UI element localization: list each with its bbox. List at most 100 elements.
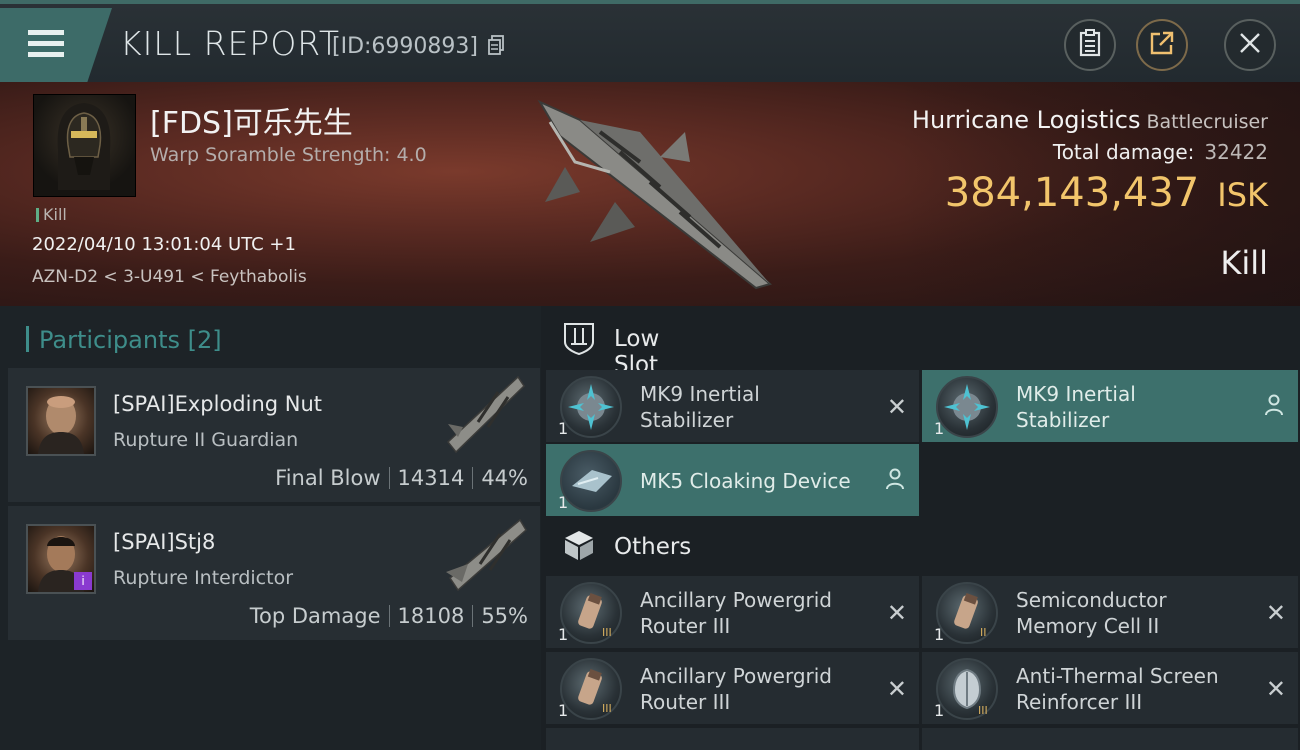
ship-name-text: Hurricane Logistics bbox=[911, 106, 1141, 134]
slot-quantity: 1 bbox=[558, 419, 569, 438]
victim-portrait[interactable] bbox=[33, 94, 136, 197]
participant-ship: Rupture Interdictor bbox=[113, 567, 293, 589]
participant-role: Top Damage bbox=[249, 604, 381, 628]
dropped-person-icon bbox=[1264, 394, 1284, 420]
destroyed-x-icon: ✕ bbox=[886, 599, 907, 627]
corp-badge-icon: ⅰ bbox=[74, 572, 92, 590]
slot-quantity: 1 bbox=[558, 493, 569, 512]
close-icon bbox=[1238, 31, 1262, 59]
slot-item-name: MK9 Inertial Stabilizer bbox=[640, 381, 760, 433]
slot-item-name: Ancillary Powergrid Router III bbox=[640, 663, 832, 715]
result-label: Kill bbox=[1220, 244, 1268, 282]
participants-count: [2] bbox=[187, 326, 222, 354]
participant-row[interactable]: ⅰ [SPAI]Stj8 Rupture Interdictor Top Dam… bbox=[8, 506, 540, 640]
destroyed-x-icon: ✕ bbox=[886, 675, 907, 703]
slot-quantity: 1 bbox=[558, 701, 569, 720]
low-slot-icon bbox=[561, 320, 597, 362]
clipboard-icon bbox=[1078, 29, 1102, 61]
stat-divider bbox=[472, 467, 474, 489]
destroyed-x-icon: ✕ bbox=[886, 393, 907, 421]
fitting-slot[interactable]: III 1 Anti-Thermal Screen Reinforcer III … bbox=[922, 652, 1298, 724]
ship-name[interactable]: Hurricane Logistics Battlecruiser bbox=[912, 106, 1268, 134]
share-button[interactable] bbox=[1136, 19, 1188, 71]
slot-item-name: MK5 Cloaking Device bbox=[640, 469, 851, 493]
fitting-slot-partial[interactable] bbox=[546, 728, 919, 750]
svg-text:III: III bbox=[602, 702, 612, 715]
participant-percent: 44% bbox=[481, 466, 528, 490]
shield-reinforcer-icon: III bbox=[936, 658, 998, 720]
fitting-slot[interactable]: II 1 Semiconductor Memory Cell II ✕ bbox=[922, 576, 1298, 648]
slot-item-name-line1: MK9 Inertial bbox=[640, 382, 760, 406]
participants-header: Participants [2] bbox=[26, 326, 222, 354]
participant-avatar[interactable]: ⅰ bbox=[26, 524, 96, 594]
fitting-slot[interactable]: III 1 Ancillary Powergrid Router III ✕ bbox=[546, 652, 919, 724]
slot-item-name-line1: MK9 Inertial bbox=[1016, 382, 1136, 406]
participant-stats: Top Damage 18108 55% bbox=[250, 604, 528, 628]
isk-value: 384,143,437 ISK bbox=[945, 170, 1268, 216]
fitting-slot[interactable]: 1 MK5 Cloaking Device bbox=[546, 444, 919, 516]
slot-item-name-line1: Anti-Thermal Screen bbox=[1016, 664, 1219, 688]
participant-ship: Rupture II Guardian bbox=[113, 429, 299, 451]
fitting-slot[interactable]: III 1 Ancillary Powergrid Router III ✕ bbox=[546, 576, 919, 648]
clipboard-button[interactable] bbox=[1064, 19, 1116, 71]
participant-ship-icon bbox=[446, 518, 527, 592]
close-button[interactable] bbox=[1224, 19, 1276, 71]
stat-divider bbox=[388, 467, 390, 489]
menu-button[interactable] bbox=[0, 8, 112, 82]
participant-name: [SPAI]Exploding Nut bbox=[113, 392, 323, 416]
scramble-strength: Warp Soramble Strength: 4.0 bbox=[150, 144, 427, 166]
total-damage-label: Total damage: bbox=[1052, 140, 1195, 164]
memory-cell-icon: II bbox=[936, 582, 998, 644]
powergrid-router-icon: III bbox=[560, 658, 622, 720]
ship-class: Battlecruiser bbox=[1146, 111, 1268, 133]
fitting-slot[interactable]: 1 MK9 Inertial Stabilizer ✕ bbox=[546, 370, 919, 442]
kill-location[interactable]: AZN-D2 < 3-U491 < Feythabolis bbox=[32, 267, 307, 287]
helmet-avatar-icon bbox=[57, 103, 111, 190]
slot-item-name: Semiconductor Memory Cell II bbox=[1016, 587, 1167, 639]
stabilizer-module-icon bbox=[936, 376, 998, 438]
destroyed-x-icon: ✕ bbox=[1265, 675, 1286, 703]
total-damage: Total damage: 32422 bbox=[1053, 140, 1268, 164]
fitting-slot-partial[interactable] bbox=[922, 728, 1298, 750]
victim-name[interactable]: [FDS]可乐先生 bbox=[150, 98, 353, 142]
slot-item-name-line2: Stabilizer bbox=[1016, 408, 1110, 432]
fitting-slot[interactable]: 1 MK9 Inertial Stabilizer bbox=[922, 370, 1298, 442]
share-icon bbox=[1149, 30, 1175, 60]
kill-datetime: 2022/04/10 13:01:04 UTC +1 bbox=[32, 234, 296, 255]
slot-item-name-line2: Reinforcer III bbox=[1016, 690, 1143, 714]
participant-percent: 55% bbox=[481, 604, 528, 628]
stabilizer-module-icon bbox=[560, 376, 622, 438]
slot-item-name-line2: Router III bbox=[640, 690, 731, 714]
report-id-text: [ID:6990893] bbox=[332, 34, 478, 59]
header-accent bbox=[26, 326, 29, 352]
participant-damage: 18108 bbox=[397, 604, 465, 628]
svg-text:III: III bbox=[602, 626, 612, 639]
slot-quantity: 1 bbox=[934, 701, 945, 720]
participant-row[interactable]: [SPAI]Exploding Nut Rupture II Guardian … bbox=[8, 368, 540, 502]
participant-stats: Final Blow 14314 44% bbox=[275, 466, 528, 490]
slot-item-name-line1: Semiconductor bbox=[1016, 588, 1167, 612]
slot-item-name: Ancillary Powergrid Router III bbox=[640, 587, 832, 639]
participant-damage: 14314 bbox=[397, 466, 465, 490]
slot-item-name: MK9 Inertial Stabilizer bbox=[1016, 381, 1136, 433]
title-bar: KILL REPORT [ID:6990893] bbox=[0, 0, 1300, 82]
slot-item-name-line2: Memory Cell II bbox=[1016, 614, 1160, 638]
participant-avatar[interactable] bbox=[26, 386, 96, 456]
ship-illustration bbox=[537, 99, 773, 290]
others-title: Others bbox=[614, 534, 692, 560]
slot-quantity: 1 bbox=[934, 419, 945, 438]
cube-icon bbox=[563, 529, 595, 567]
destroyed-x-icon: ✕ bbox=[1265, 599, 1286, 627]
participant-name: [SPAI]Stj8 bbox=[113, 530, 216, 554]
slot-quantity: 1 bbox=[934, 625, 945, 644]
slot-item-name-line1: Ancillary Powergrid bbox=[640, 588, 832, 612]
participants-panel: Participants [2] [SPAI]Exploding Nut Rup… bbox=[0, 306, 541, 750]
total-damage-value: 32422 bbox=[1204, 140, 1268, 164]
copy-icon[interactable] bbox=[488, 35, 504, 61]
page-title: KILL REPORT bbox=[120, 24, 340, 63]
slot-item-name: Anti-Thermal Screen Reinforcer III bbox=[1016, 663, 1219, 715]
fitting-panel: Low Slot 1 MK9 Inertial Stabilizer ✕ 1 MK… bbox=[541, 306, 1300, 750]
kill-marker-icon bbox=[36, 208, 39, 222]
participant-ship-icon bbox=[446, 375, 525, 454]
slot-quantity: 1 bbox=[558, 625, 569, 644]
